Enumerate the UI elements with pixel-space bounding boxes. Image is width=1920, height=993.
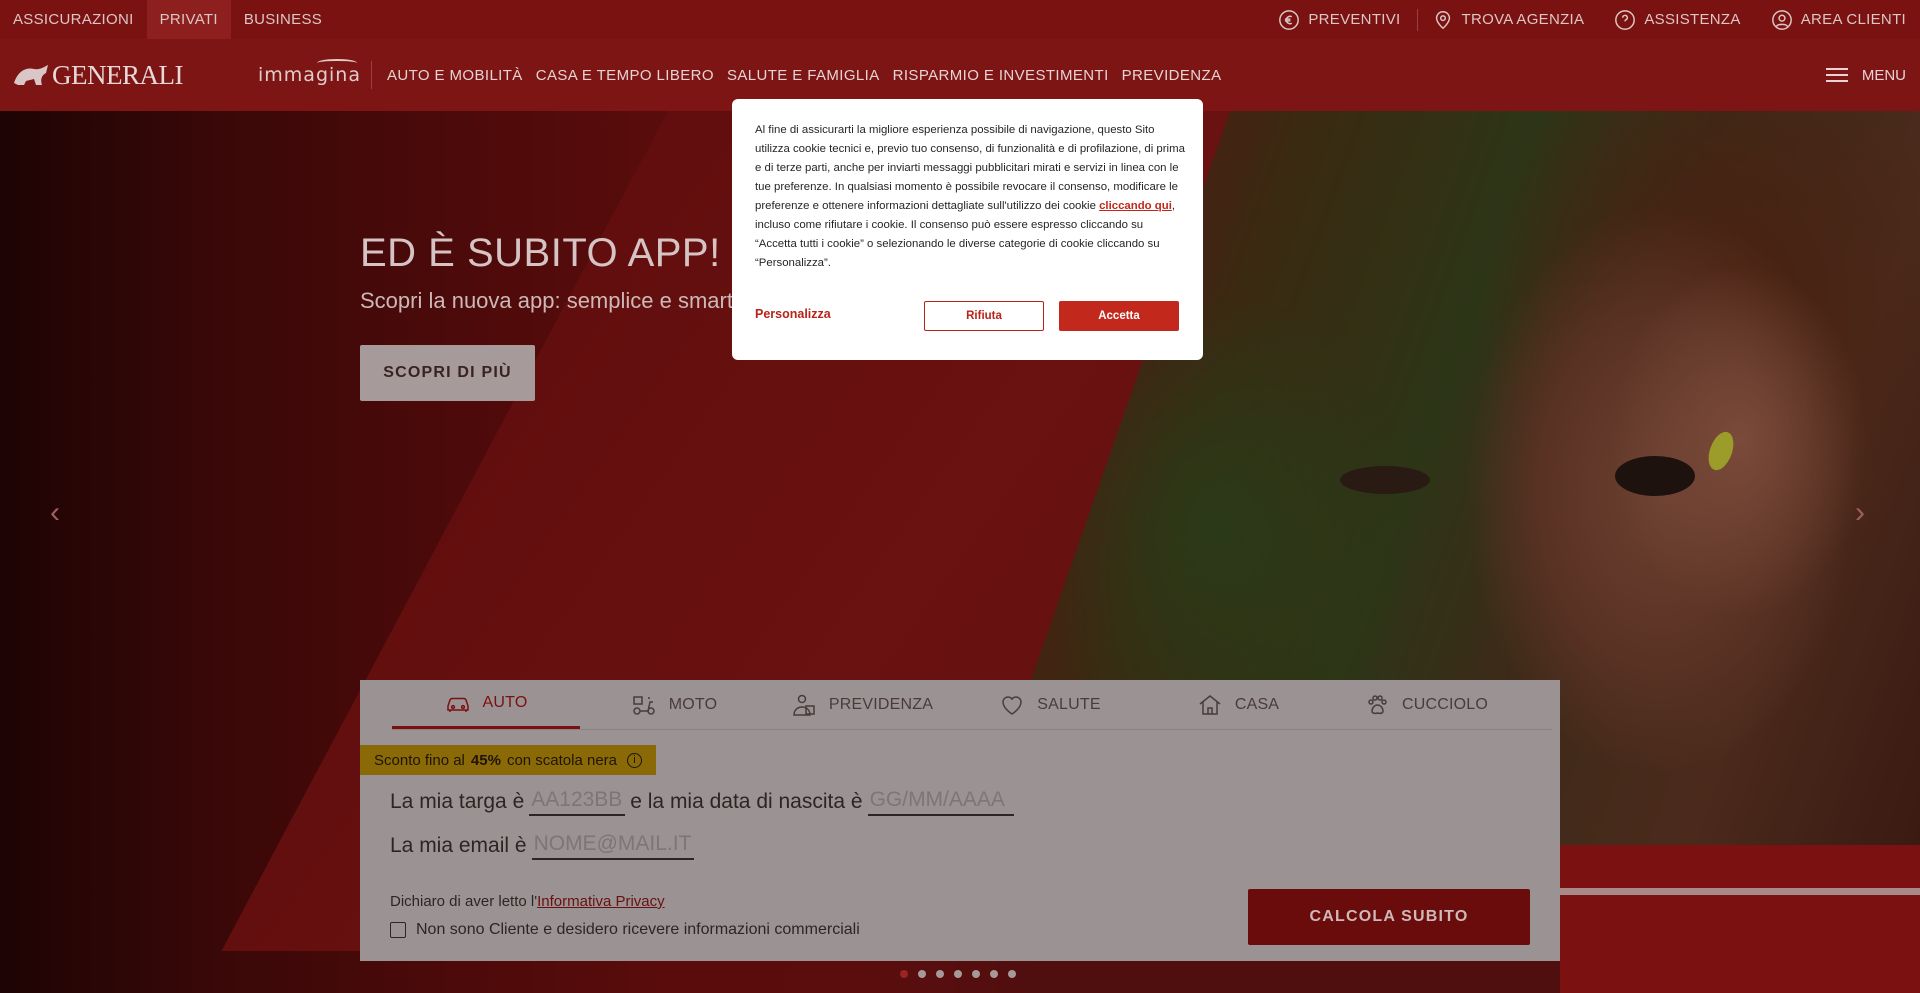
tab-salute[interactable]: SALUTE xyxy=(956,680,1144,729)
carousel-dot[interactable] xyxy=(1008,970,1016,978)
cookie-consent-modal: Al fine di assicurarti la migliore esper… xyxy=(732,99,1203,360)
segment-business[interactable]: BUSINESS xyxy=(231,0,335,39)
carousel-dot[interactable] xyxy=(918,970,926,978)
plate-label: La mia targa è xyxy=(390,790,525,813)
utility-links: PREVENTIVI TROVA AGENZIA ASSISTENZA AREA… xyxy=(1248,0,1920,39)
carousel-dot[interactable] xyxy=(954,970,962,978)
hamburger-icon xyxy=(1825,64,1848,86)
assistenza-link[interactable]: ASSISTENZA xyxy=(1614,9,1740,31)
cookie-info-link[interactable]: cliccando qui xyxy=(1099,200,1172,212)
carousel-next-arrow-icon[interactable]: › xyxy=(1855,496,1865,530)
carousel-dot[interactable] xyxy=(936,970,944,978)
red-band xyxy=(1560,845,1920,993)
scopri-di-piu-button[interactable]: SCOPRI DI PIÙ xyxy=(360,345,535,401)
cookie-message: Al fine di assicurarti la migliore esper… xyxy=(755,121,1185,273)
preventivi-link[interactable]: PREVENTIVI xyxy=(1278,9,1400,31)
euro-icon xyxy=(1279,9,1300,30)
tab-moto-label: MOTO xyxy=(668,695,718,713)
trova-agenzia-link[interactable]: TROVA AGENZIA xyxy=(1432,9,1585,31)
heart-icon xyxy=(1002,695,1023,715)
hero-subtitle: Scopri la nuova app: semplice e smart, xyxy=(360,288,740,313)
plate-sentence: La mia targa è e la mia data di nascita … xyxy=(390,788,1019,816)
paw-icon xyxy=(1368,694,1387,714)
marketing-consent[interactable]: Non sono Cliente e desidero ricevere inf… xyxy=(390,921,860,939)
info-icon[interactable]: i xyxy=(627,752,643,768)
generali-logo[interactable]: GENERALI xyxy=(12,60,242,91)
user-icon xyxy=(1771,9,1792,30)
tab-auto[interactable]: AUTO xyxy=(392,680,580,729)
tab-cucciolo[interactable]: CUCCIOLO xyxy=(1332,680,1520,729)
menu-button[interactable]: MENU xyxy=(1825,64,1920,86)
nav-casa-tempo-libero[interactable]: CASA E TEMPO LIBERO xyxy=(536,67,714,84)
car-icon xyxy=(446,697,469,712)
tab-casa[interactable]: CASA xyxy=(1144,680,1332,729)
consent-checkbox[interactable] xyxy=(390,922,406,938)
scooter-icon xyxy=(632,695,655,715)
discount-badge: Sconto fino al 45% con scatola nera i xyxy=(360,745,657,775)
plate-input[interactable] xyxy=(529,788,626,816)
logo-text: GENERALI xyxy=(52,59,183,90)
accetta-button[interactable]: Accetta xyxy=(1059,301,1179,331)
tab-previdenza-label: PREVIDENZA xyxy=(828,695,934,713)
photo-eye-left xyxy=(1340,466,1430,494)
segment-assicurazioni[interactable]: ASSICURAZIONI xyxy=(0,0,147,39)
hero-title: ED È SUBITO APP! xyxy=(360,231,721,275)
cookie-text-before: Al fine di assicurarti la migliore esper… xyxy=(755,124,1185,212)
immagina-swoosh xyxy=(316,59,357,67)
immagina-text: immagina xyxy=(258,64,361,86)
segment-privati[interactable]: PRIVATI xyxy=(146,0,231,39)
tab-previdenza[interactable]: PREVIDENZA xyxy=(768,680,956,729)
help-icon xyxy=(1615,9,1636,30)
assistenza-label: ASSISTENZA xyxy=(1644,11,1741,28)
carousel-dots xyxy=(900,970,1016,978)
nav-risparmio-investimenti[interactable]: RISPARMIO E INVESTIMENTI xyxy=(893,67,1109,84)
tab-casa-label: CASA xyxy=(1234,695,1280,713)
carousel-dot[interactable] xyxy=(972,970,980,978)
photo-eye-right xyxy=(1615,456,1695,496)
nav-salute-famiglia[interactable]: SALUTE E FAMIGLIA xyxy=(727,67,880,84)
area-clienti-label: AREA CLIENTI xyxy=(1800,11,1906,28)
quote-panel: AUTO MOTO PREVIDENZA SALUTE CASA CUCCIOL… xyxy=(360,680,1560,961)
preventivi-label: PREVENTIVI xyxy=(1308,11,1401,28)
email-label: La mia email è xyxy=(390,834,527,857)
birthdate-label: e la mia data di nascita è xyxy=(630,790,863,813)
carousel-dot[interactable] xyxy=(990,970,998,978)
carousel-prev-arrow-icon[interactable]: ‹ xyxy=(50,496,60,530)
menu-label: MENU xyxy=(1861,66,1906,84)
photo-fingernail xyxy=(1703,428,1739,474)
calcola-subito-button[interactable]: CALCOLA SUBITO xyxy=(1248,889,1530,945)
badge-value: 45% xyxy=(470,751,501,769)
email-sentence: La mia email è xyxy=(390,832,699,860)
immagina-logo[interactable]: immagina xyxy=(258,59,372,89)
house-icon xyxy=(1199,694,1221,715)
nav-auto-mobilita[interactable]: AUTO E MOBILITÀ xyxy=(387,67,523,84)
segment-nav: ASSICURAZIONI PRIVATI BUSINESS xyxy=(0,0,335,39)
tab-moto[interactable]: MOTO xyxy=(580,680,768,729)
badge-text-pre: Sconto fino al xyxy=(374,751,465,769)
carousel-dot[interactable] xyxy=(900,970,908,978)
tab-auto-label: AUTO xyxy=(482,694,528,711)
email-input[interactable] xyxy=(531,832,694,860)
band-stripe xyxy=(1560,888,1920,895)
nav-previdenza[interactable]: PREVIDENZA xyxy=(1122,67,1222,84)
category-links: AUTO E MOBILITÀ CASA E TEMPO LIBERO SALU… xyxy=(374,67,1222,84)
privacy-statement: Dichiaro di aver letto l'Informativa Pri… xyxy=(390,893,665,910)
consent-label: Non sono Cliente e desidero ricevere inf… xyxy=(416,921,860,938)
product-tabs: AUTO MOTO PREVIDENZA SALUTE CASA CUCCIOL… xyxy=(392,680,1552,730)
tab-cucciolo-label: CUCCIOLO xyxy=(1401,695,1489,713)
tab-salute-label: SALUTE xyxy=(1037,695,1101,713)
map-pin-icon xyxy=(1435,10,1450,29)
badge-text-post: con scatola nera xyxy=(506,751,618,769)
top-utility-bar: ASSICURAZIONI PRIVATI BUSINESS PREVENTIV… xyxy=(0,0,1920,39)
rifiuta-button[interactable]: Rifiuta xyxy=(924,301,1044,331)
area-clienti-link[interactable]: AREA CLIENTI xyxy=(1771,9,1906,31)
divider xyxy=(1416,8,1418,31)
personalizza-link[interactable]: Personalizza xyxy=(755,307,831,321)
person-savings-icon xyxy=(793,694,815,716)
privacy-text: Dichiaro di aver letto l' xyxy=(390,893,538,910)
trova-agenzia-label: TROVA AGENZIA xyxy=(1461,11,1585,28)
lion-logo-icon xyxy=(14,65,48,85)
birthdate-input[interactable] xyxy=(867,788,1014,816)
privacy-link[interactable]: Informativa Privacy xyxy=(537,893,665,910)
